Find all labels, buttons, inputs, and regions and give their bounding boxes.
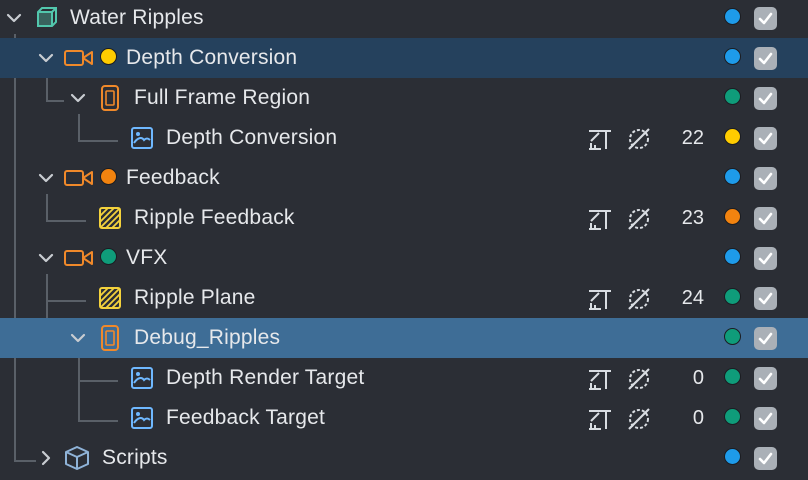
render-order-value: 22 <box>681 127 704 149</box>
layer-color-dot[interactable] <box>724 8 741 25</box>
checkmark-icon <box>758 292 773 305</box>
checkmark-icon <box>758 412 773 425</box>
plane-icon <box>99 287 121 309</box>
layer-color-dot[interactable] <box>724 448 741 465</box>
enabled-checkbox[interactable] <box>754 7 777 30</box>
layer-color-dot[interactable] <box>724 128 741 145</box>
camera-color-dot <box>100 248 117 265</box>
tree-row-water-ripples[interactable]: Water Ripples <box>0 0 808 38</box>
layer-color-dot[interactable] <box>724 408 741 425</box>
stretch-mode-icon[interactable] <box>587 207 613 231</box>
image-icon <box>131 367 153 389</box>
tree-row-vfx-camera[interactable]: VFX <box>0 238 808 278</box>
checkmark-icon <box>758 252 773 265</box>
tree-row-depth-render-target[interactable]: Depth Render Target 0 <box>0 358 808 398</box>
chevron-down-icon[interactable] <box>6 10 22 26</box>
cube-group-icon <box>37 7 57 27</box>
tree-row-label: Depth Conversion <box>166 126 338 149</box>
layer-color-dot[interactable] <box>724 368 741 385</box>
layer-color-dot[interactable] <box>724 248 741 265</box>
render-order-value: 24 <box>681 287 704 309</box>
enabled-checkbox[interactable] <box>754 127 777 150</box>
layer-color-dot[interactable] <box>724 88 741 105</box>
chevron-down-icon[interactable] <box>38 50 54 66</box>
tree-row-ripple-plane[interactable]: Ripple Plane 24 <box>0 278 808 318</box>
tree-row-feedback-camera[interactable]: Feedback <box>0 158 808 198</box>
checkmark-icon <box>758 132 773 145</box>
tree-row-label: Feedback Target <box>166 406 326 429</box>
tree-row-label: VFX <box>126 246 168 269</box>
camera-icon <box>64 170 93 186</box>
stretch-mode-icon[interactable] <box>587 367 613 391</box>
checkmark-icon <box>758 92 773 105</box>
checkmark-icon <box>758 12 773 25</box>
tree-row-depth-conversion-image[interactable]: Depth Conversion 22 <box>0 118 808 158</box>
chevron-down-icon[interactable] <box>70 330 86 346</box>
layer-color-dot[interactable] <box>724 328 741 345</box>
tree-row-debug-ripples[interactable]: Debug_Ripples <box>0 318 808 358</box>
plane-icon <box>99 207 121 229</box>
enabled-checkbox[interactable] <box>754 407 777 430</box>
stretch-mode-icon[interactable] <box>587 127 613 151</box>
checkmark-icon <box>758 212 773 225</box>
chevron-down-icon[interactable] <box>70 90 86 106</box>
tree-row-ripple-feedback[interactable]: Ripple Feedback 23 <box>0 198 808 238</box>
enabled-checkbox[interactable] <box>754 207 777 230</box>
checkmark-icon <box>758 172 773 185</box>
render-order-value: 0 <box>692 407 704 429</box>
enabled-checkbox[interactable] <box>754 367 777 390</box>
tree-row-label: Debug_Ripples <box>134 326 281 349</box>
image-icon <box>131 407 153 429</box>
tree-row-label: Full Frame Region <box>134 86 311 109</box>
layer-color-dot[interactable] <box>724 168 741 185</box>
render-order-value: 23 <box>681 207 704 229</box>
camera-icon <box>64 50 93 66</box>
enabled-checkbox[interactable] <box>754 327 777 350</box>
render-order-value: 0 <box>692 367 704 389</box>
stretch-mode-icon[interactable] <box>587 407 613 431</box>
checkmark-icon <box>758 52 773 65</box>
chevron-right-icon[interactable] <box>38 450 54 466</box>
tree-row-label: Depth Render Target <box>166 366 365 389</box>
stretch-mode-icon[interactable] <box>587 287 613 311</box>
checkmark-icon <box>758 452 773 465</box>
tree-row-label: Ripple Feedback <box>134 206 295 229</box>
camera-color-dot <box>100 168 117 185</box>
screen-region-icon <box>101 325 119 351</box>
tree-row-label: Depth Conversion <box>126 46 298 69</box>
camera-icon <box>64 250 93 266</box>
scripts-cube-icon <box>65 446 89 470</box>
image-icon <box>131 127 153 149</box>
camera-color-dot <box>100 48 117 65</box>
chevron-down-icon[interactable] <box>38 250 54 266</box>
chevron-down-icon[interactable] <box>38 170 54 186</box>
enabled-checkbox[interactable] <box>754 287 777 310</box>
checkmark-icon <box>758 372 773 385</box>
tree-row-label: Ripple Plane <box>134 286 256 309</box>
enabled-checkbox[interactable] <box>754 167 777 190</box>
tree-row-label: Feedback <box>126 166 220 189</box>
screen-region-icon <box>101 85 119 111</box>
tree-row-full-frame-region[interactable]: Full Frame Region <box>0 78 808 118</box>
tree-row-label: Scripts <box>102 446 168 469</box>
layer-color-dot[interactable] <box>724 288 741 305</box>
tree-row-scripts[interactable]: Scripts <box>0 438 808 478</box>
checkmark-icon <box>758 332 773 345</box>
scene-hierarchy-panel: Water Ripples Depth Conversion Full Fram… <box>0 0 808 480</box>
enabled-checkbox[interactable] <box>754 247 777 270</box>
enabled-checkbox[interactable] <box>754 447 777 470</box>
tree-row-depth-conversion-camera[interactable]: Depth Conversion <box>0 38 808 78</box>
layer-color-dot[interactable] <box>724 48 741 65</box>
enabled-checkbox[interactable] <box>754 47 777 70</box>
layer-color-dot[interactable] <box>724 208 741 225</box>
enabled-checkbox[interactable] <box>754 87 777 110</box>
tree-row-label: Water Ripples <box>70 6 204 29</box>
tree-row-feedback-target[interactable]: Feedback Target 0 <box>0 398 808 438</box>
